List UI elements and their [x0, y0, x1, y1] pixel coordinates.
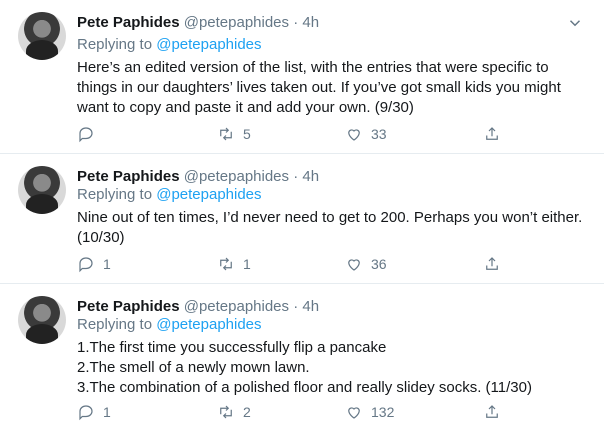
reply-button[interactable] — [77, 124, 103, 144]
replying-to-link[interactable]: @petepaphides — [156, 316, 261, 333]
replying-to-label: Replying to — [77, 36, 153, 53]
tweet-text-line: Nine out of ten times, I’d never need to… — [77, 209, 583, 226]
replying-to: Replying to @petepaphides — [77, 36, 262, 53]
tweet-text-line: 3.The combination of a polished floor an… — [77, 379, 532, 396]
reply-icon — [79, 257, 93, 273]
tweet-text-line: 1.The first time you successfully flip a… — [77, 339, 387, 356]
like-icon — [348, 129, 360, 141]
like-button[interactable]: 36 — [345, 254, 387, 274]
share-icon — [486, 405, 498, 418]
share-icon — [486, 127, 498, 140]
retweet-button[interactable]: 5 — [217, 124, 251, 144]
author-handle[interactable]: @petepaphides — [184, 14, 289, 31]
tweet-actions: 1 1 36 — [77, 254, 507, 274]
share-button[interactable] — [483, 124, 501, 144]
like-button[interactable]: 33 — [345, 124, 387, 144]
reply-icon — [79, 127, 93, 143]
like-count: 33 — [371, 126, 387, 142]
tweet[interactable]: Pete Paphides @petepaphides · 4h Replyin… — [0, 0, 604, 154]
like-count: 132 — [371, 404, 395, 420]
retweet-count: 1 — [243, 256, 251, 272]
separator: · — [293, 14, 299, 31]
tweet[interactable]: Pete Paphides @petepaphides · 4h Replyin… — [0, 154, 604, 284]
tweet-header: Pete Paphides @petepaphides · 4h — [77, 298, 319, 315]
replying-to: Replying to @petepaphides — [77, 186, 262, 203]
timestamp[interactable]: 4h — [302, 298, 319, 315]
like-icon — [348, 259, 360, 271]
reply-button[interactable]: 1 — [77, 402, 111, 422]
tweet-text: 1.The first time you successfully flip a… — [77, 338, 577, 398]
tweet-text: Here’s an edited version of the list, wi… — [77, 58, 577, 118]
separator: · — [293, 168, 299, 185]
retweet-count: 5 — [243, 126, 251, 142]
replying-to-link[interactable]: @petepaphides — [156, 36, 261, 53]
retweet-button[interactable]: 1 — [217, 254, 251, 274]
chevron-down-icon[interactable] — [566, 14, 584, 32]
avatar[interactable] — [18, 296, 66, 344]
tweet-text-line: 2.The smell of a newly mown lawn. — [77, 359, 310, 376]
retweet-icon — [220, 257, 232, 271]
author-handle[interactable]: @petepaphides — [184, 298, 289, 315]
avatar[interactable] — [18, 12, 66, 60]
reply-button[interactable]: 1 — [77, 254, 111, 274]
tweet-text-line: things in our daughters’ lives taken out… — [77, 79, 561, 96]
tweet-text-line: Here’s an edited version of the list, wi… — [77, 59, 549, 76]
avatar[interactable] — [18, 166, 66, 214]
tweet-header: Pete Paphides @petepaphides · 4h — [77, 14, 319, 31]
retweet-icon — [220, 127, 232, 141]
separator: · — [293, 298, 299, 315]
like-icon — [348, 407, 360, 419]
share-button[interactable] — [483, 254, 501, 274]
tweet-text: Nine out of ten times, I’d never need to… — [77, 208, 583, 248]
like-count: 36 — [371, 256, 387, 272]
author-name[interactable]: Pete Paphides — [77, 14, 180, 31]
like-button[interactable]: 132 — [345, 402, 394, 422]
share-icon — [486, 257, 498, 270]
tweet-actions: 5 33 — [77, 124, 507, 144]
reply-count: 1 — [103, 404, 111, 420]
replying-to-label: Replying to — [77, 316, 153, 333]
tweet[interactable]: Pete Paphides @petepaphides · 4h Replyin… — [0, 284, 604, 436]
share-button[interactable] — [483, 402, 501, 422]
author-name[interactable]: Pete Paphides — [77, 298, 180, 315]
tweet-text-line: (10/30) — [77, 229, 125, 246]
author-handle[interactable]: @petepaphides — [184, 168, 289, 185]
retweet-icon — [220, 405, 232, 419]
tweet-header: Pete Paphides @petepaphides · 4h — [77, 168, 319, 185]
timestamp[interactable]: 4h — [302, 168, 319, 185]
reply-count: 1 — [103, 256, 111, 272]
replying-to-label: Replying to — [77, 186, 153, 203]
retweet-count: 2 — [243, 404, 251, 420]
retweet-button[interactable]: 2 — [217, 402, 251, 422]
tweet-text-line: want to copy and paste it and add your o… — [77, 99, 414, 116]
timestamp[interactable]: 4h — [302, 14, 319, 31]
reply-icon — [79, 405, 93, 421]
tweet-actions: 1 2 132 — [77, 402, 507, 422]
replying-to: Replying to @petepaphides — [77, 316, 262, 333]
author-name[interactable]: Pete Paphides — [77, 168, 180, 185]
replying-to-link[interactable]: @petepaphides — [156, 186, 261, 203]
